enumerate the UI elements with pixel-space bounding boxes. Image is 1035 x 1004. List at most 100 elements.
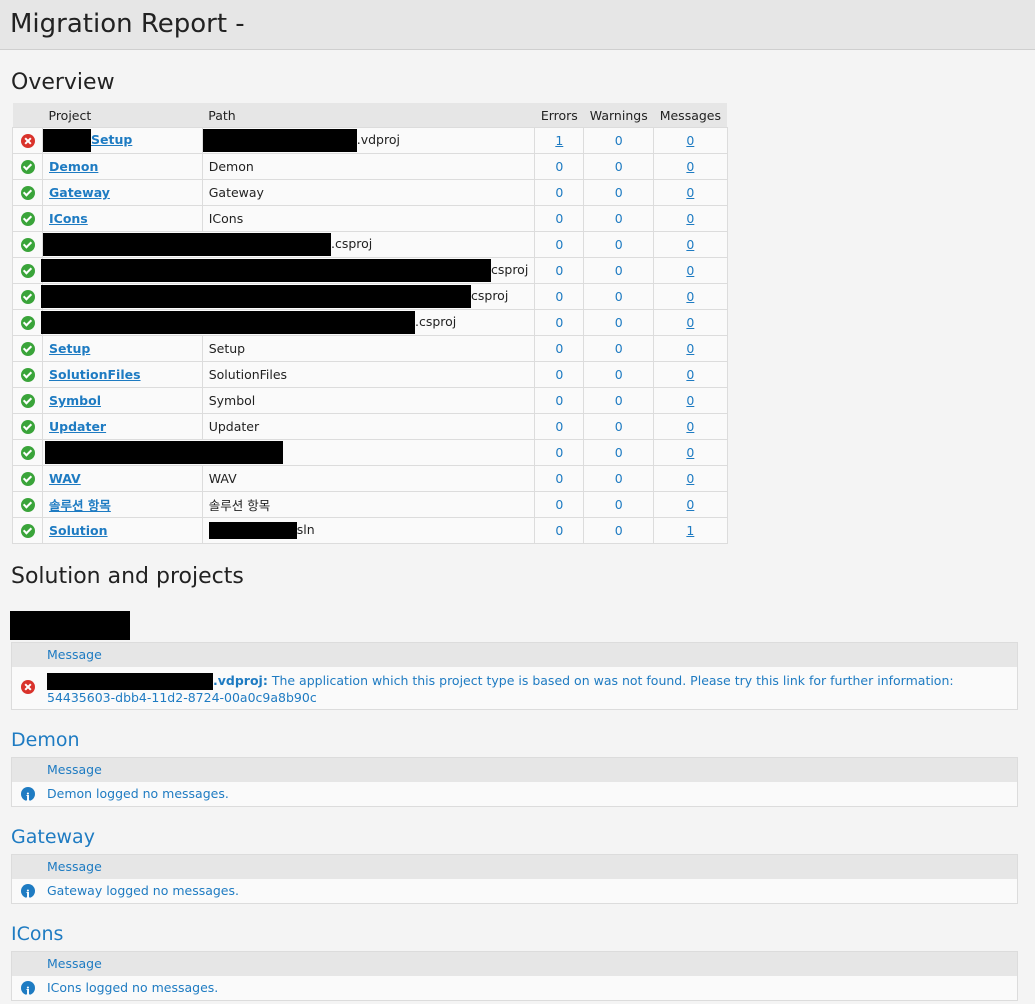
messages-link[interactable]: 0 <box>686 393 694 408</box>
errors-count: 0 <box>534 387 585 414</box>
messages-link[interactable]: 0 <box>686 133 694 148</box>
warnings-count: 0 <box>583 179 655 206</box>
project-link[interactable]: Symbol <box>49 393 101 408</box>
warnings-count: 0 <box>583 413 655 440</box>
project-path: Symbol <box>201 387 536 414</box>
table-row: Updater Updater 0 0 0 <box>12 413 728 440</box>
table-row: Gateway Gateway 0 0 0 <box>12 179 728 206</box>
table-row: ICons ICons 0 0 0 <box>12 205 728 232</box>
table-row: WAV WAV 0 0 0 <box>12 465 728 492</box>
messages-link[interactable]: 0 <box>686 237 694 252</box>
message-row: .vdproj: The application which this proj… <box>12 667 1017 706</box>
table-row: SolutionFiles SolutionFiles 0 0 0 <box>12 361 728 388</box>
table-row: csproj 0 0 0 <box>12 257 728 284</box>
message-header: Message <box>12 758 1017 782</box>
table-row: Symbol Symbol 0 0 0 <box>12 387 728 414</box>
message-block-gateway: Message Gateway logged no messages. <box>11 854 1018 907</box>
section-title-demon[interactable]: Demon <box>11 729 80 751</box>
messages-link[interactable]: 0 <box>686 211 694 226</box>
project-link[interactable]: Setup <box>49 341 90 356</box>
report-header: Migration Report - <box>0 0 1035 50</box>
messages-link[interactable]: 0 <box>686 289 694 304</box>
table-row: Demon Demon 0 0 0 <box>12 153 728 180</box>
error-x-icon <box>21 680 35 694</box>
messages-link[interactable]: 0 <box>686 263 694 278</box>
project-link[interactable]: Solution <box>49 523 108 538</box>
redacted-block <box>41 311 415 334</box>
errors-count: 0 <box>534 257 585 284</box>
project-path: ICons <box>201 205 536 232</box>
redacted-block <box>45 441 283 464</box>
messages-link[interactable]: 0 <box>686 471 694 486</box>
project-link[interactable]: Gateway <box>49 185 110 200</box>
table-row: 솔루션 항목 솔루션 항목 0 0 0 <box>12 491 728 518</box>
messages-link[interactable]: 0 <box>686 497 694 512</box>
warnings-count: 0 <box>583 127 655 154</box>
errors-count: 0 <box>534 517 585 544</box>
table-row: Solution sln 0 0 1 <box>12 517 728 544</box>
messages-link[interactable]: 1 <box>686 523 694 538</box>
project-link[interactable]: WAV <box>49 471 81 486</box>
table-row: .csproj 0 0 0 <box>12 231 728 258</box>
messages-link[interactable]: 0 <box>686 367 694 382</box>
project-path: SolutionFiles <box>201 361 536 388</box>
check-circle-icon <box>21 160 35 175</box>
errors-count: 0 <box>534 179 585 206</box>
check-circle-icon <box>21 238 35 253</box>
messages-link[interactable]: 0 <box>686 419 694 434</box>
redacted-block <box>43 233 331 256</box>
project-path: sln <box>296 522 315 537</box>
project-link[interactable]: 솔루션 항목 <box>49 498 111 513</box>
errors-count: 0 <box>534 205 585 232</box>
redacted-project-title <box>10 611 130 640</box>
info-icon <box>21 883 35 907</box>
errors-link[interactable]: 1 <box>555 133 563 148</box>
section-title-icons[interactable]: ICons <box>11 923 63 945</box>
warnings-count: 0 <box>583 205 655 232</box>
project-link[interactable]: Setup <box>91 132 132 147</box>
warnings-count: 0 <box>583 231 655 258</box>
project-path: Demon <box>201 153 536 180</box>
project-link[interactable]: SolutionFiles <box>49 367 141 382</box>
warnings-count: 0 <box>583 335 655 362</box>
section-title-gateway[interactable]: Gateway <box>11 826 95 848</box>
warnings-count: 0 <box>583 257 655 284</box>
warnings-count: 0 <box>583 517 655 544</box>
errors-count: 0 <box>534 439 585 466</box>
project-path: Setup <box>201 335 536 362</box>
messages-link[interactable]: 0 <box>686 315 694 330</box>
message-header: Message <box>12 643 1017 667</box>
col-warnings: Warnings <box>583 103 654 128</box>
check-circle-icon <box>21 368 35 383</box>
check-circle-icon <box>21 342 35 357</box>
warnings-count: 0 <box>583 387 655 414</box>
errors-count: 0 <box>534 153 585 180</box>
project-path: WAV <box>201 465 536 492</box>
project-link[interactable]: ICons <box>49 211 88 226</box>
errors-count: 0 <box>534 465 585 492</box>
warnings-count: 0 <box>583 491 655 518</box>
redacted-block <box>208 522 297 539</box>
project-link[interactable]: Updater <box>49 419 106 434</box>
errors-count: 0 <box>534 283 585 310</box>
check-circle-icon <box>21 290 35 305</box>
message-row: Gateway logged no messages. <box>12 879 1017 907</box>
message-header: Message <box>12 855 1017 879</box>
check-circle-icon <box>21 186 35 201</box>
messages-link[interactable]: 0 <box>686 445 694 460</box>
check-circle-icon <box>21 446 35 461</box>
message-row: ICons logged no messages. <box>12 976 1017 1004</box>
messages-link[interactable]: 0 <box>686 185 694 200</box>
project-path: 솔루션 항목 <box>201 491 536 518</box>
col-errors: Errors <box>534 103 584 128</box>
table-row: csproj 0 0 0 <box>12 283 728 310</box>
check-circle-icon <box>21 420 35 435</box>
messages-link[interactable]: 0 <box>686 341 694 356</box>
project-link[interactable]: Demon <box>49 159 98 174</box>
col-messages: Messages <box>653 103 728 128</box>
errors-count: 0 <box>534 361 585 388</box>
table-row: 0 0 0 <box>12 439 728 466</box>
message-block-setup: Message .vdproj: The application which t… <box>11 642 1018 710</box>
check-circle-icon <box>21 316 35 331</box>
messages-link[interactable]: 0 <box>686 159 694 174</box>
